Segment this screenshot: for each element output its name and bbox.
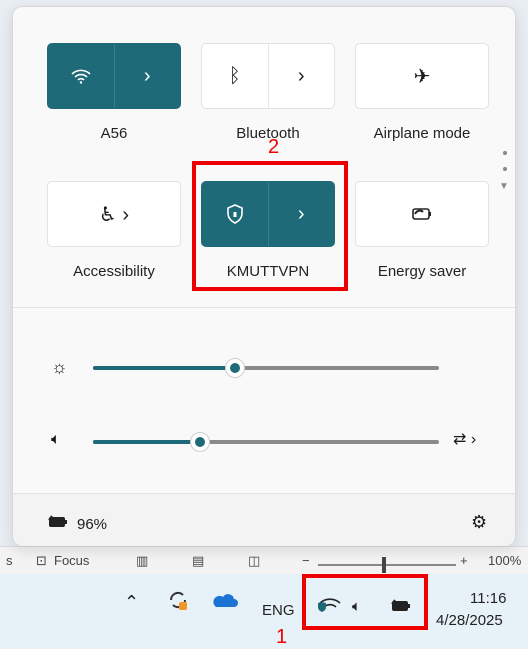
- language-indicator[interactable]: ENG: [262, 602, 295, 619]
- energy-saver-icon[interactable]: [356, 182, 488, 246]
- taskbar: ⌃ ENG 🔈︎ 11:16 4/28/2025: [0, 574, 528, 648]
- section-divider: [13, 307, 515, 308]
- volume-slider-fill: [93, 440, 201, 444]
- volume-slider-thumb[interactable]: [190, 432, 211, 452]
- battery-icon[interactable]: [47, 514, 71, 535]
- accessibility-icon[interactable]: ♿︎ ›: [48, 182, 180, 246]
- settings-gear-icon[interactable]: ⚙︎: [471, 512, 487, 533]
- brightness-slider-thumb[interactable]: [224, 358, 245, 378]
- wifi-tile-label: A56: [100, 125, 128, 142]
- accessibility-tile[interactable]: ♿︎ ›: [47, 181, 181, 247]
- zoom-level[interactable]: 100%: [488, 553, 521, 568]
- clock-date[interactable]: 4/28/2025: [436, 612, 503, 629]
- airplane-mode-tile[interactable]: ✈︎: [355, 43, 489, 109]
- annotation-label-1: 1: [276, 626, 288, 648]
- zoom-in-icon[interactable]: +: [460, 553, 468, 568]
- page-dot-2[interactable]: [503, 167, 507, 171]
- wifi-tile[interactable]: ›: [47, 43, 181, 109]
- tray-highlight-box: [302, 574, 428, 630]
- bluetooth-icon[interactable]: ᛒ: [202, 44, 268, 108]
- quick-settings-footer: 96% ⚙︎: [13, 493, 515, 546]
- focus-icon[interactable]: ⊡: [36, 553, 47, 569]
- bluetooth-tile[interactable]: ᛒ ›: [201, 43, 335, 109]
- vpn-highlight-box: [192, 161, 348, 291]
- focus-label[interactable]: Focus: [54, 553, 89, 568]
- clock-time[interactable]: 11:16: [470, 590, 506, 607]
- show-hidden-icons-chevron-icon[interactable]: ⌃: [124, 592, 139, 613]
- strip-partial-text: s: [6, 553, 13, 568]
- annotation-label-2: 2: [268, 136, 280, 158]
- airplane-mode-tile-label: Airplane mode: [373, 125, 471, 142]
- energy-saver-tile[interactable]: [355, 181, 489, 247]
- zoom-slider-track[interactable]: [318, 564, 456, 566]
- audio-output-select-icon[interactable]: ⇄ ›: [453, 429, 476, 449]
- page-dot-1[interactable]: [503, 151, 507, 155]
- zoom-slider-thumb[interactable]: [382, 557, 386, 573]
- zoom-out-icon[interactable]: −: [302, 553, 310, 568]
- brightness-slider-fill: [93, 366, 235, 370]
- volume-icon[interactable]: 🔈︎: [51, 431, 61, 449]
- wifi-icon[interactable]: [48, 44, 114, 108]
- battery-percentage[interactable]: 96%: [77, 516, 107, 533]
- print-layout-icon[interactable]: ▤: [192, 553, 204, 569]
- app-status-strip: s ⊡ Focus ▥ ▤ ◫ − + 100%: [0, 546, 528, 575]
- page-down-chevron-icon[interactable]: ▼: [499, 181, 509, 192]
- accessibility-tile-label: Accessibility: [73, 263, 155, 280]
- onedrive-icon[interactable]: [210, 592, 238, 612]
- airplane-icon[interactable]: ✈︎: [356, 44, 488, 108]
- brightness-icon: ☼: [51, 357, 68, 377]
- energy-saver-tile-label: Energy saver: [377, 263, 467, 280]
- sync-app-icon[interactable]: [166, 588, 190, 616]
- wifi-expand-chevron-icon[interactable]: ›: [115, 44, 181, 108]
- bluetooth-expand-chevron-icon[interactable]: ›: [269, 44, 335, 108]
- web-layout-icon[interactable]: ◫: [248, 553, 260, 569]
- read-mode-icon[interactable]: ▥: [136, 553, 148, 569]
